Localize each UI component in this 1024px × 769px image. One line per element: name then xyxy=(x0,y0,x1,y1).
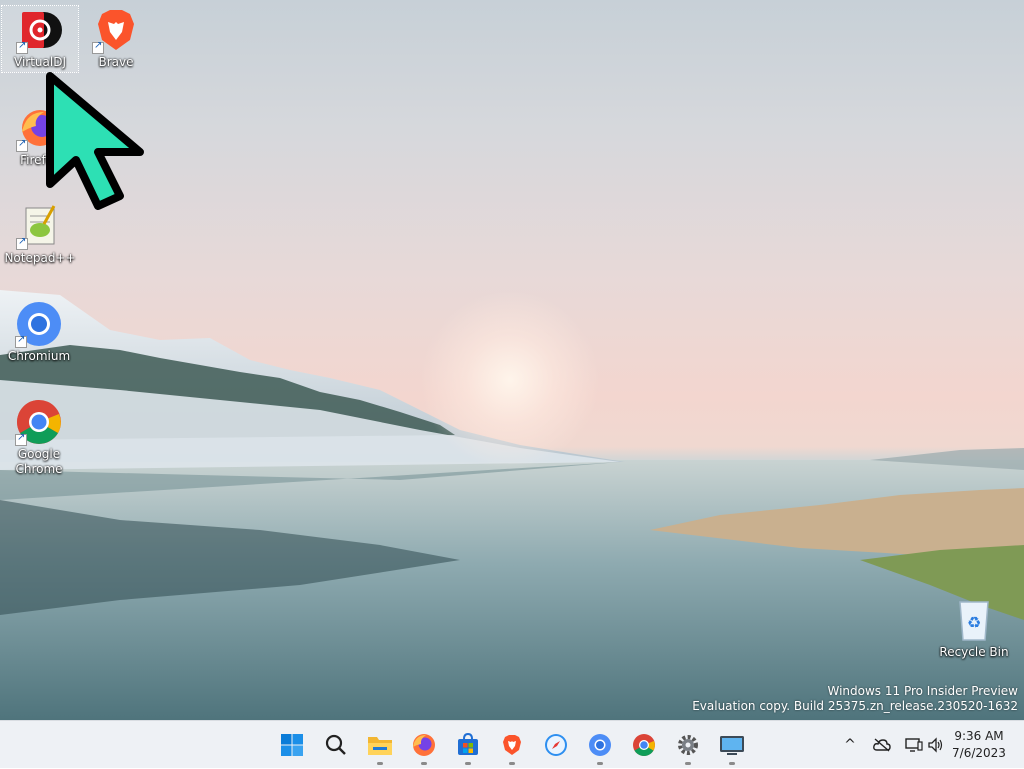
cursor-pointer-icon xyxy=(46,72,144,210)
shortcut-arrow-icon xyxy=(16,40,28,54)
chrome-icon xyxy=(15,398,63,446)
running-indicator xyxy=(685,762,691,765)
desktop-icon-chrome[interactable]: Google Chrome xyxy=(1,398,77,477)
watermark-line-1: Windows 11 Pro Insider Preview xyxy=(827,684,1018,698)
desktop-icon-virtualdj[interactable]: VirtualDJ xyxy=(1,5,79,73)
taskbar-chrome[interactable] xyxy=(628,729,660,761)
taskbar-file-explorer[interactable] xyxy=(364,729,396,765)
remote-desktop-icon xyxy=(720,736,744,755)
cloud-offline-icon[interactable] xyxy=(872,735,892,755)
desktop-icon-label: Recycle Bin xyxy=(939,645,1009,659)
desktop-icon-label: Brave xyxy=(98,55,134,69)
start-button[interactable] xyxy=(276,729,308,761)
desktop-icon-label: Chromium xyxy=(7,349,71,363)
shortcut-arrow-icon xyxy=(92,40,104,54)
clock[interactable]: 9:36 AM 7/6/2023 xyxy=(942,728,1016,762)
recycle-bin-icon: ♻ xyxy=(950,596,998,644)
brave-icon xyxy=(503,735,521,755)
store-icon xyxy=(458,733,478,755)
desktop-icon-brave[interactable]: Brave xyxy=(78,6,154,70)
clock-time: 9:36 AM xyxy=(954,729,1004,743)
clock-date: 7/6/2023 xyxy=(952,746,1006,760)
folder-icon xyxy=(368,737,392,755)
safari-compass-icon xyxy=(545,734,567,756)
system-tray: ^ 9:36 AM 7/6/2023 xyxy=(816,721,1016,769)
taskbar-firefox[interactable] xyxy=(408,729,440,765)
taskbar-microsoft-store[interactable] xyxy=(452,729,484,765)
shortcut-arrow-icon xyxy=(15,334,27,348)
firefox-icon xyxy=(413,734,435,756)
taskbar-safari[interactable] xyxy=(540,729,572,761)
shortcut-arrow-icon xyxy=(16,138,28,152)
windows-logo-icon xyxy=(281,734,303,756)
desktop-icon-recycle-bin[interactable]: ♻ Recycle Bin xyxy=(936,596,1012,660)
taskbar-chromium[interactable] xyxy=(584,729,616,765)
running-indicator xyxy=(377,762,383,765)
sun-glow xyxy=(420,290,600,470)
running-indicator xyxy=(421,762,427,765)
desktop-icon-label: Notepad++ xyxy=(4,251,76,265)
chrome-icon xyxy=(633,734,655,756)
taskbar-settings[interactable] xyxy=(672,729,704,765)
chromium-icon xyxy=(15,300,63,348)
desktop-icon-label: Google Chrome xyxy=(15,447,63,476)
brave-icon xyxy=(92,6,140,54)
search-button[interactable] xyxy=(320,729,352,761)
svg-text:♻: ♻ xyxy=(967,613,981,632)
desktop-icon-chromium[interactable]: Chromium xyxy=(1,300,77,364)
search-icon xyxy=(325,734,346,755)
shortcut-arrow-icon xyxy=(15,432,27,446)
running-indicator xyxy=(729,762,735,765)
desktop[interactable]: VirtualDJ Brave Firefox xyxy=(0,0,1024,720)
desktop-icon-label: VirtualDJ xyxy=(14,55,66,69)
network-icon[interactable] xyxy=(904,735,924,755)
taskbar-remote-desktop[interactable] xyxy=(716,729,748,765)
show-hidden-icons-chevron-up-icon[interactable]: ^ xyxy=(840,735,860,755)
virtualdj-icon xyxy=(16,6,64,54)
running-indicator xyxy=(465,762,471,765)
chromium-icon xyxy=(589,734,611,756)
evaluation-watermark: Windows 11 Pro Insider Preview Evaluatio… xyxy=(692,684,1018,714)
running-indicator xyxy=(509,762,515,765)
watermark-line-2: Evaluation copy. Build 25375.zn_release.… xyxy=(692,699,1018,713)
taskbar-brave[interactable] xyxy=(496,729,528,765)
taskbar: ^ 9:36 AM 7/6/2023 xyxy=(0,720,1024,768)
gear-icon xyxy=(678,735,698,755)
running-indicator xyxy=(597,762,603,765)
shortcut-arrow-icon xyxy=(16,236,28,250)
